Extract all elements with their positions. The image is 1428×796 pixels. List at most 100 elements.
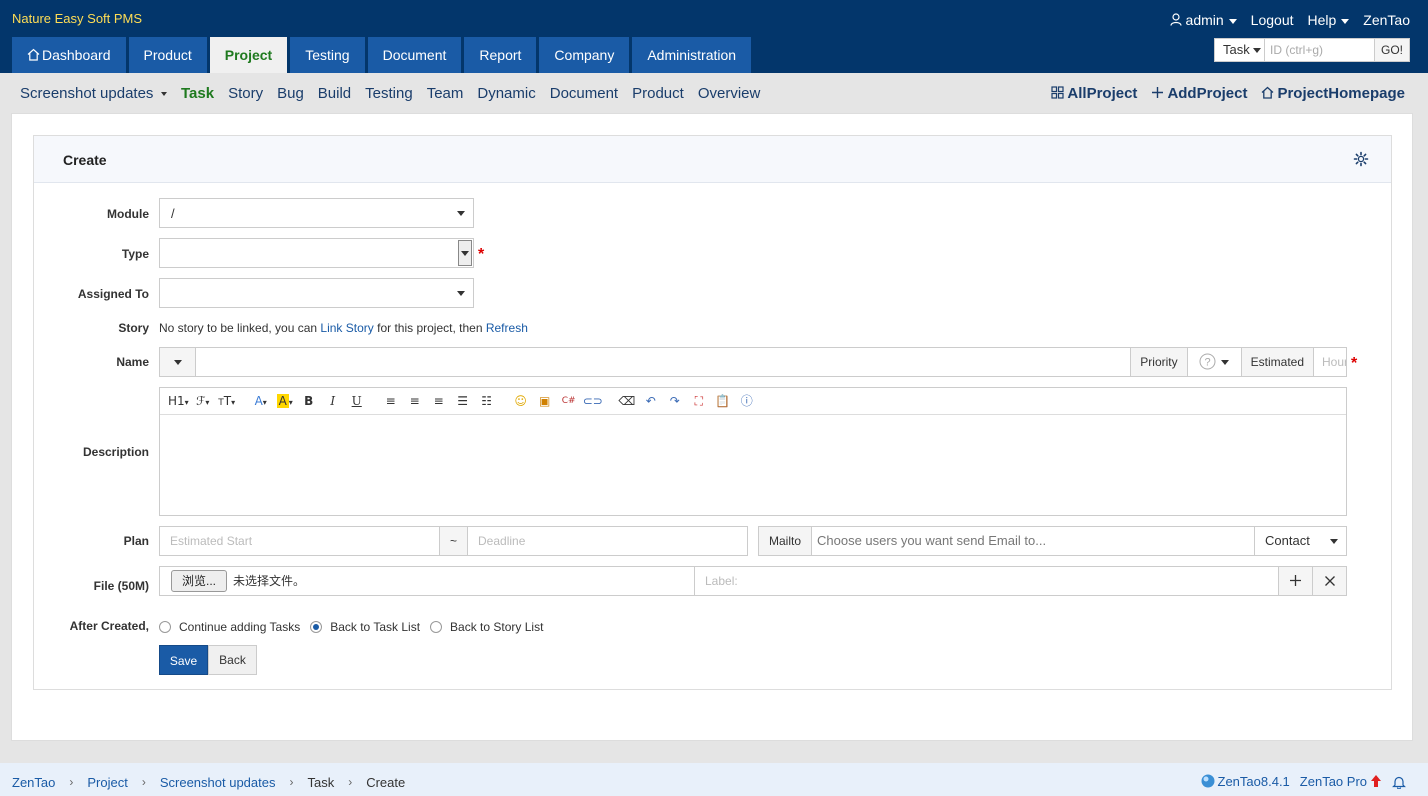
undo-icon[interactable]: ↶ — [641, 392, 661, 410]
tab-testing[interactable]: Testing — [290, 37, 365, 73]
version-link[interactable]: ZenTao8.4.1 — [1201, 774, 1290, 789]
align-left-icon[interactable]: ≡ — [381, 392, 401, 410]
subnav-task[interactable]: Task — [181, 85, 214, 102]
heading-button[interactable]: H1▾ — [168, 392, 189, 410]
search-type-select[interactable]: Task — [1214, 38, 1265, 62]
name-input-group: Priority ? Estimated Hours — [159, 347, 1347, 377]
brand-link[interactable]: ZenTao — [1363, 12, 1410, 28]
tab-dashboard[interactable]: Dashboard — [12, 37, 126, 73]
name-input[interactable] — [196, 348, 1132, 376]
gear-icon[interactable] — [1353, 151, 1369, 167]
file-label-input[interactable]: Label: — [695, 567, 1279, 595]
type-dropdown-button[interactable] — [458, 240, 472, 266]
eraser-icon[interactable]: ⌫ — [617, 392, 637, 410]
subnav-build[interactable]: Build — [318, 85, 351, 102]
help-menu[interactable]: Help — [1308, 12, 1350, 28]
estimate-input[interactable]: Hours — [1314, 348, 1346, 376]
save-button[interactable]: Save — [159, 645, 208, 675]
subnav-bug[interactable]: Bug — [277, 85, 304, 102]
mailto-input[interactable]: Choose users you want send Email to... — [812, 527, 1255, 555]
priority-select[interactable]: ? — [1187, 348, 1242, 376]
type-select[interactable] — [159, 238, 474, 268]
subnav-story[interactable]: Story — [228, 85, 263, 102]
add-file-button[interactable] — [1279, 567, 1313, 595]
font-color-button[interactable]: A▾ — [251, 392, 271, 410]
contact-select[interactable]: Contact — [1255, 527, 1346, 555]
logout-link[interactable]: Logout — [1251, 12, 1294, 28]
paste-icon[interactable]: 📋 — [713, 392, 733, 410]
crumb-zentao[interactable]: ZenTao — [12, 775, 55, 790]
browse-button[interactable]: 浏览... — [171, 570, 228, 592]
link-story-link[interactable]: Link Story — [320, 321, 373, 335]
tab-product[interactable]: Product — [128, 37, 207, 73]
description-label: Description — [82, 445, 149, 459]
refresh-link[interactable]: Refresh — [486, 321, 528, 335]
ordered-list-icon[interactable]: ☰ — [453, 392, 473, 410]
mailto-label: Mailto — [759, 527, 812, 555]
remove-file-button[interactable] — [1313, 567, 1346, 595]
subnav-team[interactable]: Team — [427, 85, 464, 102]
pro-link[interactable]: ZenTao Pro — [1300, 774, 1382, 789]
font-size-button[interactable]: TT▾ — [217, 392, 237, 410]
tab-document[interactable]: Document — [367, 37, 462, 73]
emoticon-icon[interactable]: ☺ — [511, 392, 531, 410]
user-menu[interactable]: admin — [1169, 12, 1237, 28]
chevron-down-icon — [1221, 360, 1230, 366]
assigned-to-select[interactable] — [159, 278, 474, 308]
file-picker: 浏览... 未选择文件。 — [160, 567, 695, 595]
radio-button[interactable] — [310, 621, 323, 633]
search-go-button[interactable]: GO! — [1375, 38, 1410, 62]
italic-button[interactable]: I — [323, 392, 343, 410]
date-separator: ~ — [440, 527, 468, 555]
align-center-icon[interactable]: ≡ — [405, 392, 425, 410]
radio-button[interactable] — [430, 621, 443, 633]
estimated-start-input[interactable]: Estimated Start — [160, 527, 440, 555]
project-switcher[interactable]: Screenshot updates — [20, 85, 168, 102]
back-button[interactable]: Back — [208, 645, 257, 675]
code-icon[interactable]: C# — [559, 392, 579, 410]
bell-icon[interactable] — [1392, 775, 1406, 789]
link-icon[interactable]: ⊂⊃ — [583, 392, 603, 410]
description-textarea[interactable] — [160, 415, 1346, 515]
highlight-button[interactable]: A ▾ — [275, 392, 295, 410]
chevron-down-icon — [457, 211, 465, 216]
close-icon — [1324, 576, 1335, 586]
top-bar: admin Logout Help ZenTao — [1169, 12, 1410, 28]
chevron-down-icon — [461, 251, 469, 256]
estimated-label: Estimated — [1241, 348, 1314, 376]
unordered-list-icon[interactable]: ☷ — [477, 392, 497, 410]
subnav-product[interactable]: Product — [632, 85, 684, 102]
fullscreen-icon[interactable]: ⛶ — [689, 392, 709, 410]
align-right-icon[interactable]: ≡ — [429, 392, 449, 410]
crumb-project[interactable]: Project — [87, 775, 127, 790]
radio-back-to-story-list[interactable]: Back to Story List — [430, 620, 543, 634]
add-project-link[interactable]: AddProject — [1151, 85, 1247, 102]
tab-company[interactable]: Company — [539, 37, 630, 73]
bold-button[interactable]: B — [299, 392, 319, 410]
radio-continue-adding[interactable]: Continue adding Tasks — [159, 620, 300, 634]
font-family-button[interactable]: ℱ▾ — [193, 392, 213, 410]
search-id-input[interactable]: ID (ctrl+g) — [1265, 38, 1375, 62]
story-hint: No story to be linked, you can Link Stor… — [159, 321, 528, 335]
subnav-dynamic[interactable]: Dynamic — [477, 85, 535, 102]
image-icon[interactable]: ▣ — [535, 392, 555, 410]
redo-icon[interactable]: ↷ — [665, 392, 685, 410]
project-homepage-link[interactable]: ProjectHomepage — [1261, 85, 1405, 102]
crumb-task[interactable]: Task — [307, 775, 334, 790]
module-select[interactable]: / — [159, 198, 474, 228]
help-icon[interactable]: ⓘ — [737, 392, 757, 410]
radio-button[interactable] — [159, 621, 171, 633]
subnav-overview[interactable]: Overview — [698, 85, 761, 102]
tab-report[interactable]: Report — [464, 37, 537, 73]
chevron-down-icon — [1330, 539, 1338, 544]
radio-back-to-task-list[interactable]: Back to Task List — [310, 620, 420, 634]
deadline-input[interactable]: Deadline — [468, 527, 747, 555]
subnav-testing[interactable]: Testing — [365, 85, 413, 102]
subnav-document[interactable]: Document — [550, 85, 618, 102]
crumb-screenshot-updates[interactable]: Screenshot updates — [160, 775, 276, 790]
color-picker-button[interactable] — [160, 348, 196, 376]
underline-button[interactable]: U — [347, 392, 367, 410]
tab-administration[interactable]: Administration — [632, 37, 752, 73]
all-project-link[interactable]: AllProject — [1051, 85, 1137, 102]
tab-project[interactable]: Project — [209, 37, 288, 73]
